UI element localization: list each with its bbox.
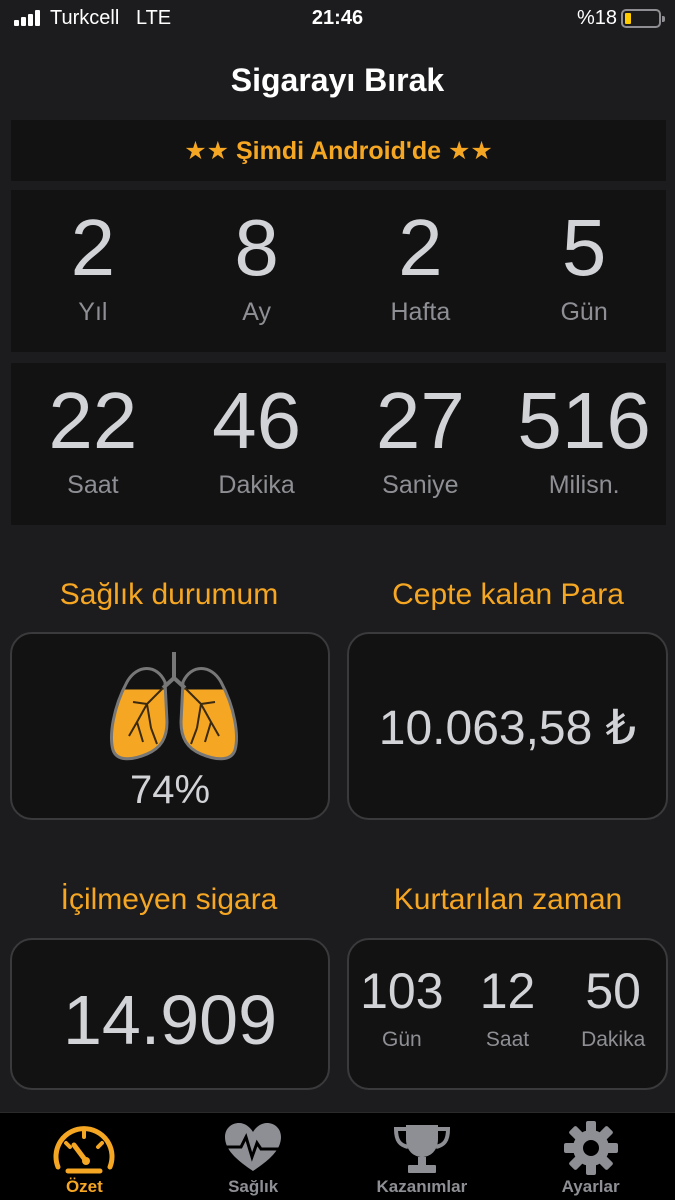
- speedometer-icon: [53, 1126, 115, 1174]
- saved-minutes: 50 Dakika: [560, 940, 666, 1088]
- duration-weeks: 2 Hafta: [339, 190, 503, 352]
- health-percent: 74%: [129, 768, 211, 812]
- duration-label: Yıl: [78, 298, 108, 326]
- saved-label: Dakika: [581, 1028, 646, 1051]
- duration-label: Gün: [560, 298, 608, 326]
- tab-label: Özet: [65, 1177, 103, 1196]
- tab-settings[interactable]: Ayarlar: [506, 1113, 675, 1200]
- tab-achievements[interactable]: Kazanımlar: [338, 1113, 507, 1200]
- duration-label: Hafta: [390, 298, 451, 326]
- battery-percent: %18: [576, 7, 617, 29]
- android-promo-banner[interactable]: ★★ Şimdi Android'de ★★: [11, 120, 666, 181]
- cigarettes-section-title: İçilmeyen sigara: [60, 883, 278, 916]
- money-card[interactable]: 10.063,58 ₺: [347, 632, 668, 820]
- lungs-icon: [110, 652, 238, 761]
- duration-label: Dakika: [218, 471, 295, 499]
- battery-icon: [621, 9, 665, 28]
- duration-label: Saniye: [382, 471, 459, 499]
- gear-icon: [563, 1121, 618, 1175]
- status-bar: Turkcell LTE 21:46 %18: [0, 0, 675, 40]
- saved-days: 103 Gün: [349, 940, 455, 1088]
- duration-minutes: 46 Dakika: [175, 363, 339, 525]
- saved-label: Saat: [485, 1028, 530, 1051]
- trophy-icon: [393, 1125, 450, 1173]
- tab-summary[interactable]: Özet: [0, 1113, 169, 1200]
- duration-value: 46: [212, 376, 302, 465]
- saved-hours: 12 Saat: [455, 940, 561, 1088]
- duration-label: Saat: [67, 471, 119, 499]
- duration-seconds: 27 Saniye: [339, 363, 503, 525]
- health-card[interactable]: 74%: [10, 632, 330, 820]
- duration-label: Ay: [242, 298, 271, 326]
- saved-value: 50: [585, 963, 641, 1019]
- saved-time-card[interactable]: 103 Gün 12 Saat 50 Dakika: [347, 938, 668, 1090]
- duration-panel-top: 2 Yıl 8 Ay 2 Hafta 5 Gün: [11, 190, 666, 352]
- cigarettes-card[interactable]: 14.909: [10, 938, 330, 1090]
- cigarettes-value: 14.909: [62, 981, 278, 1059]
- tab-label: Ayarlar: [561, 1177, 620, 1196]
- tab-label: Kazanımlar: [376, 1177, 468, 1196]
- money-value: 10.063,58 ₺: [378, 702, 637, 755]
- tab-health[interactable]: Sağlık: [169, 1113, 338, 1200]
- saved-time-section-title: Kurtarılan zaman: [393, 883, 623, 916]
- saved-label: Gün: [381, 1028, 422, 1051]
- tab-label: Sağlık: [228, 1177, 279, 1196]
- heart-pulse-icon: [223, 1123, 284, 1171]
- duration-hours: 22 Saat: [11, 363, 175, 525]
- saved-value: 103: [360, 963, 444, 1019]
- tab-bar: Özet Sağlık Kazanımlar Ayarlar: [0, 1112, 675, 1200]
- duration-value: 22: [48, 376, 138, 465]
- duration-value: 5: [561, 203, 607, 292]
- duration-value: 2: [398, 203, 443, 292]
- saved-value: 12: [479, 963, 536, 1019]
- duration-days: 5 Gün: [502, 190, 666, 352]
- status-time: 21:46: [311, 7, 364, 29]
- duration-milliseconds: 516 Milisn.: [502, 363, 666, 525]
- duration-value: 516: [517, 376, 651, 465]
- duration-years: 2 Yıl: [11, 190, 175, 352]
- duration-value: 8: [234, 203, 279, 292]
- duration-panel-bottom: 22 Saat 46 Dakika 27 Saniye 516 Milisn.: [11, 363, 666, 525]
- duration-label: Milisn.: [548, 471, 620, 499]
- health-section-title: Sağlık durumum: [59, 578, 279, 611]
- duration-value: 27: [375, 376, 465, 465]
- duration-months: 8 Ay: [175, 190, 339, 352]
- duration-value: 2: [70, 203, 116, 292]
- money-section-title: Cepte kalan Para: [392, 578, 624, 611]
- page-title: Sigarayı Bırak: [230, 62, 445, 98]
